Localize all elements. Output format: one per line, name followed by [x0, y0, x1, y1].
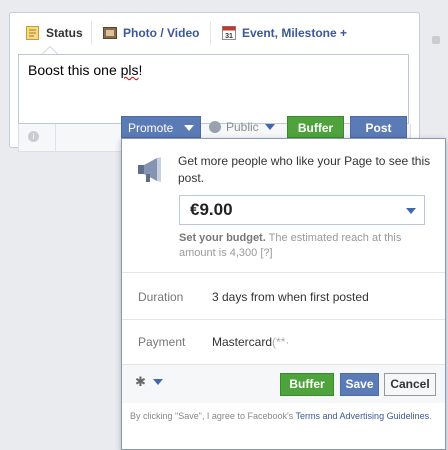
status-text-part: Boost this one [28, 62, 121, 78]
megaphone-icon [137, 156, 167, 184]
composer-tabs: Status Photo / Video 31 Event, Milestone… [10, 13, 419, 53]
calendar-icon-day: 31 [225, 33, 233, 40]
terms-suffix: . [429, 411, 432, 421]
payment-value: Mastercard(**· [212, 335, 289, 349]
reach-estimate: Set your budget. The estimated reach at … [179, 231, 439, 261]
chevron-down-icon [406, 208, 416, 214]
post-button[interactable]: Post [350, 116, 407, 138]
page-scrollbar-thumb[interactable] [432, 36, 440, 44]
save-button[interactable]: Save [340, 373, 379, 396]
payment-method: Mastercard [212, 335, 273, 349]
settings-dropdown[interactable]: ✱ [135, 374, 163, 389]
status-icon [26, 26, 41, 40]
promote-button[interactable]: Promote [121, 116, 201, 138]
payment-masked-digits: (**· [272, 335, 290, 349]
duration-value: 3 days from when first posted [212, 290, 369, 304]
gear-icon: ✱ [135, 374, 146, 389]
tab-photo-video-label: Photo / Video [123, 26, 200, 40]
status-text-input[interactable]: Boost this one pls! [18, 54, 409, 124]
misspelled-word: pls [120, 62, 139, 78]
calendar-icon: 31 [222, 26, 237, 40]
terms-link[interactable]: Terms and Advertising Guidelines [296, 411, 430, 421]
terms-notice: By clicking "Save", I agree to Facebook'… [130, 410, 440, 423]
promote-button-label: Promote [128, 121, 174, 135]
tab-photo-video[interactable]: Photo / Video [103, 13, 199, 53]
action-bar-divider [55, 124, 56, 151]
tab-divider [91, 21, 92, 45]
status-text-part: ! [138, 62, 143, 78]
tab-event-milestone-label: Event, Milestone + [242, 26, 348, 40]
tab-status-label: Status [46, 26, 83, 40]
budget-value: €9.00 [190, 200, 233, 219]
photo-icon [103, 26, 118, 40]
duration-label: Duration [138, 290, 184, 304]
cancel-button[interactable]: Cancel [384, 373, 436, 396]
active-tab-pointer-fill [43, 47, 57, 54]
terms-prefix: By clicking "Save", I agree to Facebook'… [130, 411, 294, 421]
chevron-down-icon [153, 379, 163, 385]
payment-label: Payment [138, 335, 186, 349]
chevron-down-icon [265, 124, 275, 130]
reach-help-link[interactable]: [?] [260, 247, 272, 259]
buffer-button[interactable]: Buffer [287, 116, 344, 138]
buffer-button[interactable]: Buffer [280, 373, 334, 396]
divider [122, 319, 445, 320]
chevron-down-icon [184, 125, 194, 131]
privacy-label: Public [226, 120, 259, 134]
promote-headline: Get more people who like your Page to se… [178, 154, 431, 185]
privacy-selector[interactable]: Public [209, 118, 275, 136]
reach-heading: Set your budget. [179, 232, 266, 244]
dialog-footer: ✱ Buffer Save Cancel [122, 364, 445, 403]
tab-event-milestone[interactable]: 31 Event, Milestone + [222, 13, 347, 53]
divider [122, 272, 445, 273]
promote-dialog: Get more people who like your Page to se… [121, 138, 446, 450]
info-icon[interactable]: i [28, 131, 39, 142]
budget-select[interactable]: €9.00 [179, 195, 425, 225]
tab-divider [210, 21, 211, 45]
